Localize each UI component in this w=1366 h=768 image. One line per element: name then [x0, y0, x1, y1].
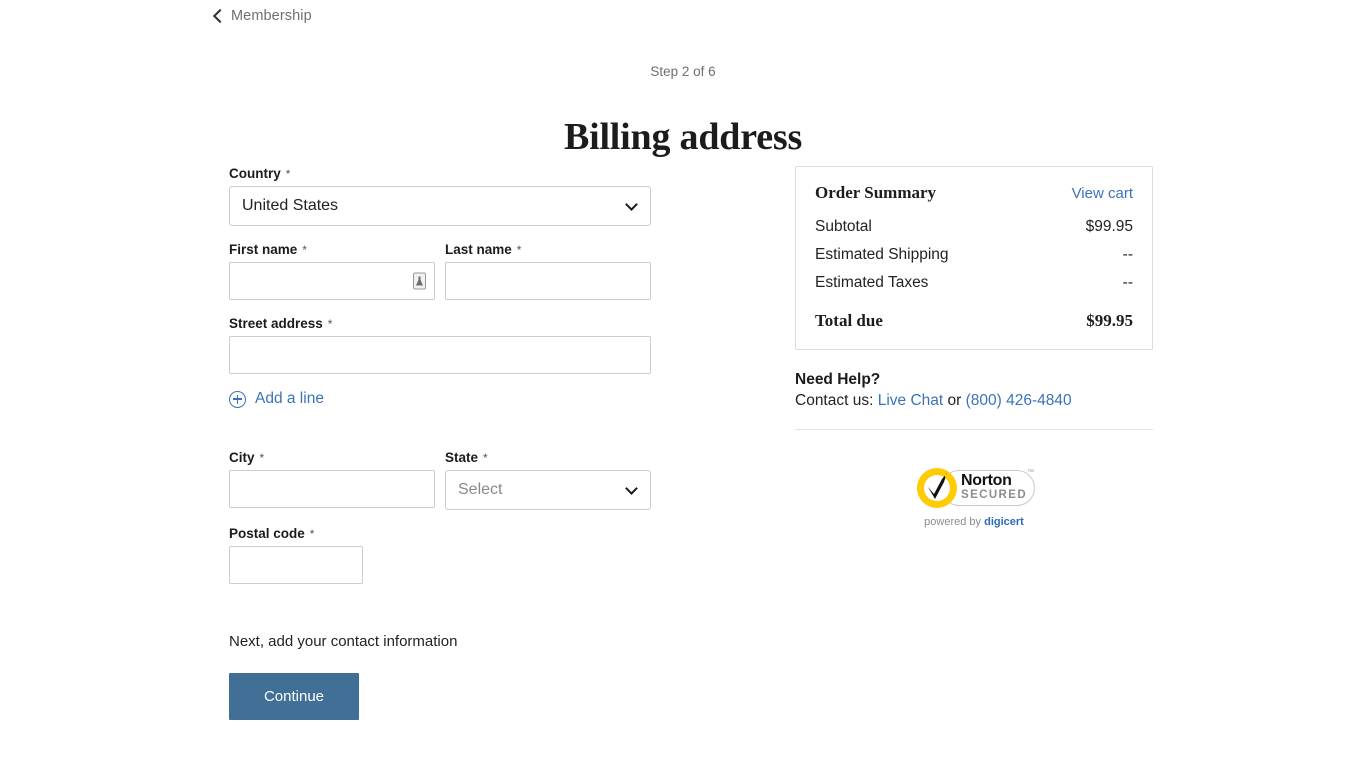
summary-row-value: -- — [1122, 274, 1133, 291]
first-name-label-text: First name — [229, 242, 298, 257]
street-address-label: Street address * — [229, 316, 651, 331]
back-to-membership-link[interactable]: Membership — [213, 8, 312, 24]
summary-row-value: $99.95 — [1085, 218, 1133, 235]
postal-code-required-mark: * — [309, 526, 315, 541]
need-help-block: Need Help? Contact us: Live Chat or (800… — [795, 371, 1153, 410]
last-name-field-group: Last name * — [445, 242, 651, 300]
name-fields-row: First name * Last name * — [229, 242, 651, 300]
last-name-label: Last name * — [445, 242, 651, 257]
postal-code-field-group: Postal code * — [229, 526, 363, 584]
city-field-group: City * — [229, 450, 435, 510]
chevron-left-icon — [213, 11, 223, 21]
continue-button[interactable]: Continue — [229, 672, 359, 720]
summary-row-label: Estimated Shipping — [815, 246, 949, 263]
country-select-value: United States — [242, 197, 339, 214]
page-title: Billing address — [563, 116, 803, 159]
postal-code-input[interactable] — [229, 545, 363, 584]
phone-link[interactable]: (800) 426-4840 — [966, 392, 1072, 409]
country-field-group: Country * United States — [229, 166, 651, 226]
norton-badge-graphic: Norton SECURED ™ — [913, 466, 1035, 510]
order-summary-header: Order Summary View cart — [815, 183, 1133, 203]
street-address-required-mark: * — [327, 317, 333, 331]
first-name-input-wrap — [229, 262, 435, 300]
chevron-down-icon — [625, 198, 638, 211]
step-indicator: Step 2 of 6 — [650, 64, 716, 79]
add-a-line-button[interactable]: Add a line — [229, 390, 324, 408]
city-label-text: City — [229, 449, 255, 465]
first-name-input[interactable] — [229, 262, 435, 300]
back-link-label: Membership — [231, 8, 312, 24]
contact-us-prefix: Contact us: — [795, 392, 878, 409]
country-label: Country * — [229, 166, 651, 181]
summary-row-shipping: Estimated Shipping -- — [815, 241, 1133, 269]
city-input[interactable] — [229, 469, 435, 508]
norton-wordmark: Norton — [961, 472, 1012, 489]
billing-address-form: Country* United States First name* Las — [229, 166, 651, 720]
autofill-contact-icon[interactable] — [413, 272, 426, 290]
contact-separator: or — [943, 392, 966, 409]
summary-row-subtotal: Subtotal $99.95 — [815, 213, 1133, 241]
trademark-symbol: ™ — [1027, 469, 1034, 476]
order-summary-card: Order Summary View cart Subtotal $99.95 … — [795, 166, 1153, 350]
plus-circle-icon — [229, 390, 246, 408]
postal-code-label-text: Postal code — [229, 525, 305, 541]
powered-by-prefix: powered by — [924, 516, 985, 528]
chevron-down-icon — [625, 481, 638, 495]
state-required-mark: * — [483, 450, 488, 465]
view-cart-link[interactable]: View cart — [1072, 185, 1133, 202]
street-address-label-text: Street address — [229, 316, 323, 331]
need-help-title: Need Help? — [795, 371, 881, 388]
digicert-brand: digicert — [984, 516, 1024, 528]
first-name-field-group: First name * — [229, 242, 435, 300]
city-required-mark: * — [259, 450, 265, 465]
summary-total-row: Total due $99.95 — [815, 311, 1133, 331]
state-label-text: State — [445, 449, 479, 465]
norton-checkmark-icon — [928, 473, 948, 499]
country-label-text: Country — [229, 166, 281, 181]
first-name-label: First name * — [229, 242, 435, 257]
summary-row-label: Estimated Taxes — [815, 274, 929, 291]
state-select-value: Select — [458, 480, 503, 498]
order-summary-column: Order Summary View cart Subtotal $99.95 … — [795, 166, 1153, 528]
first-name-required-mark: * — [302, 243, 307, 257]
norton-secured-text: SECURED — [961, 489, 1028, 501]
last-name-input[interactable] — [445, 262, 651, 300]
add-a-line-label: Add a line — [255, 390, 324, 407]
city-state-row: City * State * Select — [229, 450, 651, 510]
country-select[interactable]: United States — [229, 186, 651, 226]
last-name-required-mark: * — [516, 243, 522, 257]
state-field-group: State * Select — [445, 450, 651, 510]
live-chat-link[interactable]: Live Chat — [878, 392, 943, 409]
state-select[interactable]: Select — [445, 469, 651, 510]
order-summary-title: Order Summary — [815, 183, 937, 202]
powered-by-line: powered by digicert — [924, 516, 1024, 528]
street-address-input[interactable] — [229, 336, 651, 374]
summary-total-label: Total due — [815, 311, 883, 330]
contact-us-line: Contact us: Live Chat or (800) 426-4840 — [795, 392, 1153, 410]
country-required-mark: * — [285, 167, 291, 181]
summary-row-value: -- — [1122, 246, 1133, 263]
summary-row-label: Subtotal — [815, 218, 872, 235]
billing-address-page: Membership Step 2 of 6 Billing address C… — [0, 0, 1366, 768]
last-name-label-text: Last name — [445, 242, 512, 257]
postal-code-label: Postal code * — [229, 526, 363, 541]
city-label: City * — [229, 450, 435, 465]
summary-total-value: $99.95 — [1086, 311, 1133, 330]
section-divider — [795, 429, 1153, 430]
norton-secured-badge: Norton SECURED ™ powered by digicert — [795, 466, 1153, 528]
next-step-note: Next, add your contact information — [229, 632, 458, 650]
state-label: State * — [445, 450, 651, 465]
street-address-field-group: Street address * — [229, 316, 651, 374]
summary-row-taxes: Estimated Taxes -- — [815, 269, 1133, 297]
